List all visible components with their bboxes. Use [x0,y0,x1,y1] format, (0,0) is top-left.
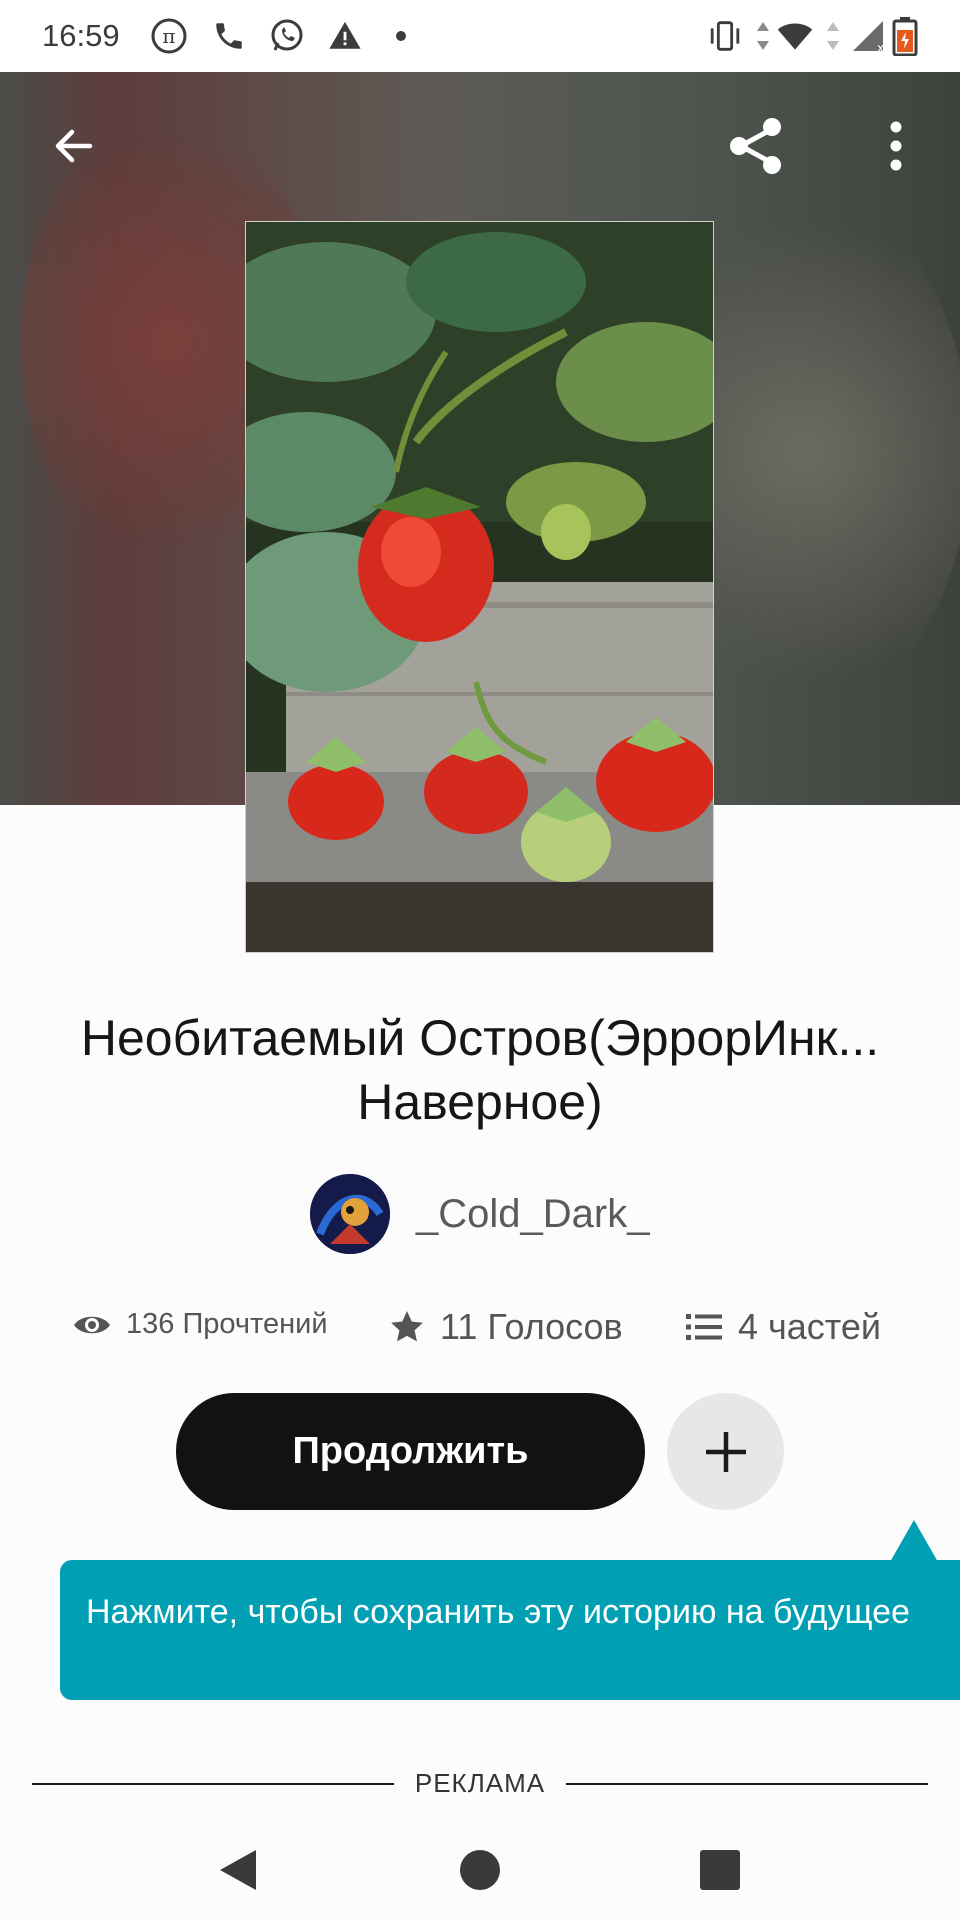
share-button[interactable] [720,110,792,182]
nav-back-button[interactable] [208,1840,268,1900]
ad-divider-left [32,1783,394,1785]
dot-icon [382,17,420,55]
nav-back-icon [220,1850,256,1890]
avatar[interactable] [310,1174,390,1254]
votes-stat: 11 Голосов [388,1306,623,1348]
story-title: Необитаемый Остров(ЭррорИнк... Наверное) [80,1010,880,1130]
phone-icon [210,17,248,55]
pi-icon: π [150,17,188,55]
ad-label: РЕКЛАМА [414,1768,546,1798]
author-name[interactable]: _Cold_Dark_ [416,1192,649,1237]
continue-reading-button[interactable]: Продолжить [176,1393,645,1510]
parts-count: 4 частей [738,1306,882,1347]
back-arrow-icon [55,129,93,163]
more-vertical-icon [890,121,902,171]
ad-divider-right [566,1783,928,1785]
svg-text:π: π [162,24,175,48]
parts-stat[interactable]: 4 частей [686,1306,881,1348]
author-row[interactable]: _Cold_Dark_ [310,1174,649,1254]
signal-icon: x [850,17,888,55]
more-options-button[interactable] [860,110,932,182]
plus-icon [705,1431,746,1472]
nav-recents-icon [700,1850,740,1890]
save-story-tooltip[interactable]: Нажмите, чтобы сохранить эту историю на … [60,1560,960,1700]
tooltip-pointer [890,1520,938,1562]
system-navigation-bar [0,1820,960,1920]
battery-icon [886,17,924,56]
story-cover-image[interactable] [246,222,713,952]
eye-icon [74,1316,110,1333]
nav-home-icon [460,1850,500,1890]
back-button[interactable] [38,110,110,182]
nav-recents-button[interactable] [690,1840,750,1900]
status-bar: 16:59 π x [0,0,960,72]
warning-icon [326,17,364,55]
data-arrows-icon [814,17,852,55]
votes-count: 11 Голосов [440,1306,623,1347]
share-icon [730,118,781,174]
vibrate-icon [706,17,744,55]
whatsapp-icon [268,17,306,55]
nav-home-button[interactable] [450,1840,510,1900]
add-to-library-button[interactable] [667,1393,784,1510]
reads-count: 136 Прочтений [126,1308,328,1340]
reads-stat: 136 Прочтений [72,1308,328,1341]
list-icon [686,1314,722,1340]
wifi-icon [776,17,814,55]
status-time: 16:59 [42,18,120,53]
star-icon [391,1311,423,1342]
story-stats: 136 Прочтений 11 Голосов 4 частей [0,1300,960,1360]
svg-text:x: x [877,41,884,53]
